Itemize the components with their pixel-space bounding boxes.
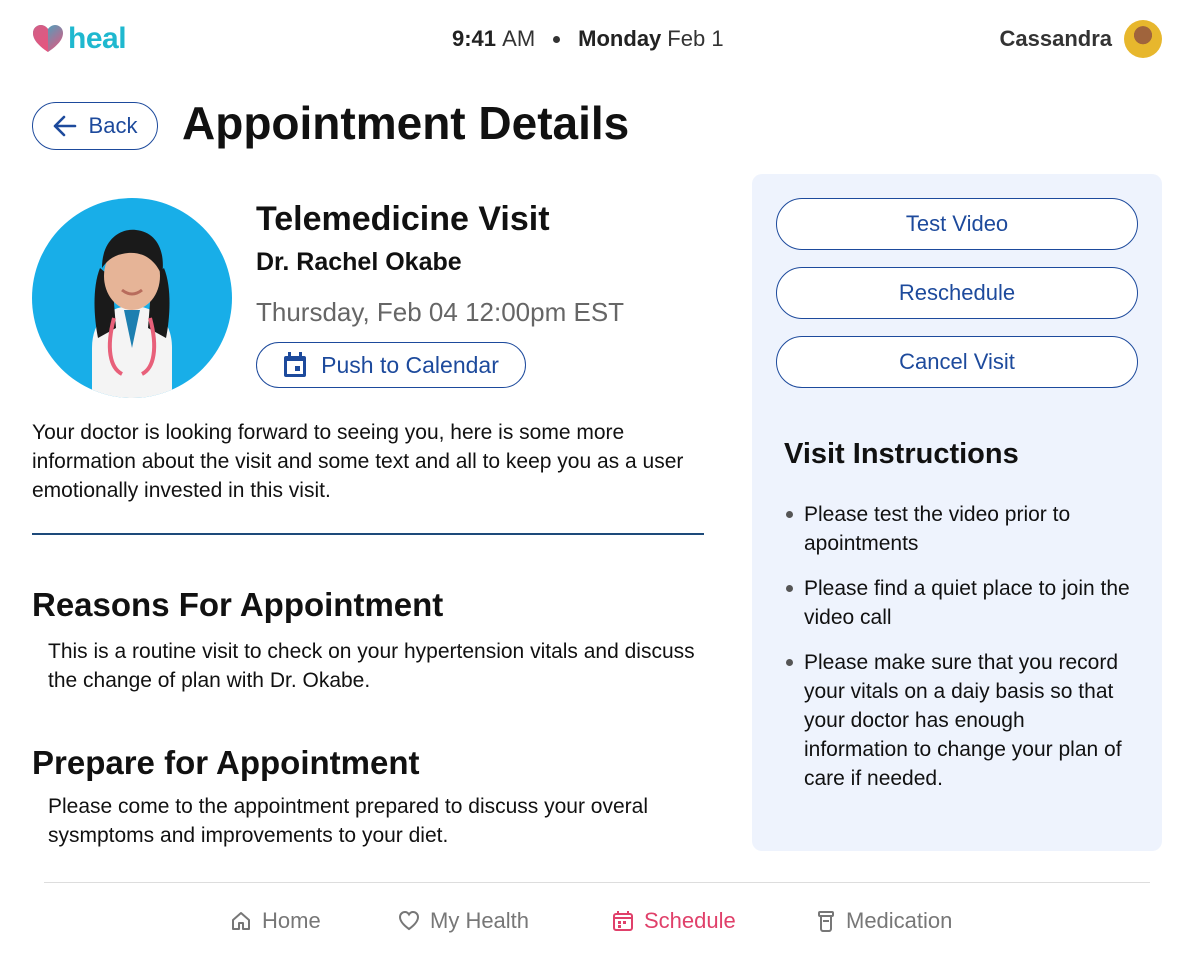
- time-suffix: AM: [502, 26, 536, 51]
- heart-icon: [398, 910, 420, 931]
- calendar-icon: [613, 911, 633, 931]
- instructions-heading: Visit Instructions: [784, 438, 1019, 470]
- date: Feb 1: [667, 26, 724, 51]
- visit-intro-text: Your doctor is looking forward to seeing…: [32, 421, 684, 502]
- weekday: Monday: [578, 26, 662, 51]
- pill-bottle-icon: [818, 911, 834, 932]
- user-name: Cassandra: [999, 26, 1112, 51]
- nav-home[interactable]: Home: [230, 904, 321, 938]
- nav-schedule[interactable]: Schedule: [612, 904, 736, 938]
- prepare-heading: Prepare for Appointment: [32, 744, 420, 781]
- page-title: Appointment Details: [182, 97, 630, 149]
- visit-actions-panel: Test Video Reschedule Cancel Visit Visit…: [752, 174, 1162, 851]
- calendar-icon: [284, 352, 307, 377]
- reasons-heading: Reasons For Appointment: [32, 586, 444, 623]
- brand-name: heal: [68, 22, 127, 55]
- list-item: Please make sure that you record your vi…: [784, 648, 1134, 793]
- nav-label: Schedule: [644, 908, 736, 933]
- reasons-text: This is a routine visit to check on your…: [48, 640, 695, 692]
- arrow-left-icon: [53, 115, 76, 137]
- nav-medication[interactable]: Medication: [816, 904, 952, 938]
- test-video-button[interactable]: Test Video: [776, 198, 1138, 250]
- back-label: Back: [88, 113, 138, 138]
- prepare-text: Please come to the appointment prepared …: [48, 795, 649, 847]
- doctor-name: Dr. Rachel Okabe: [256, 248, 462, 276]
- status-clock: 9:41 AM Monday Feb 1: [452, 26, 724, 52]
- cancel-visit-button[interactable]: Cancel Visit: [776, 336, 1138, 388]
- visit-datetime: Thursday, Feb 04 12:00pm EST: [256, 297, 625, 327]
- heart-logo-icon: [33, 25, 63, 52]
- push-to-calendar-label: Push to Calendar: [321, 351, 499, 378]
- top-bar: heal 9:41 AM Monday Feb 1 Cassandra: [0, 0, 1194, 80]
- separator-dot: [553, 35, 561, 43]
- nav-label: Medication: [846, 908, 953, 933]
- avatar[interactable]: [1124, 20, 1162, 58]
- divider: [32, 533, 704, 535]
- time: 9:41: [452, 26, 497, 51]
- nav-divider: [44, 882, 1150, 883]
- home-icon: [232, 912, 250, 930]
- list-item: Please test the video prior to apointmen…: [784, 500, 1134, 558]
- heal-logo[interactable]: heal: [32, 22, 127, 56]
- push-to-calendar-button[interactable]: Push to Calendar: [256, 342, 526, 388]
- reschedule-button[interactable]: Reschedule: [776, 267, 1138, 319]
- user-profile[interactable]: Cassandra: [999, 20, 1162, 58]
- nav-my-health[interactable]: My Health: [398, 904, 529, 938]
- nav-label: Home: [262, 908, 321, 933]
- visit-type: Telemedicine Visit: [256, 200, 550, 238]
- doctor-photo: [32, 198, 232, 398]
- doctor-portrait-image: [92, 229, 172, 398]
- list-item: Please find a quiet place to join the vi…: [784, 574, 1134, 632]
- nav-label: My Health: [430, 908, 530, 933]
- instructions-list: Please test the video prior to apointmen…: [784, 500, 1134, 809]
- back-button[interactable]: Back: [32, 102, 158, 150]
